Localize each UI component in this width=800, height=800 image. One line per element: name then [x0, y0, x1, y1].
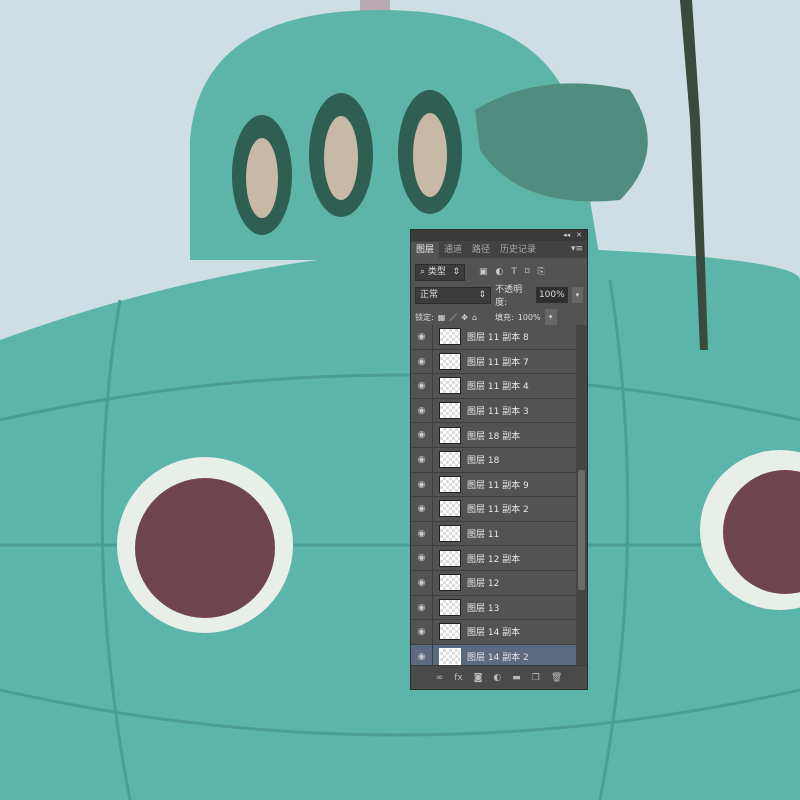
visibility-eye-icon[interactable]: ◉ [411, 398, 433, 423]
fill-dropdown[interactable]: ▾ [544, 309, 557, 325]
layer-row[interactable]: ◉ 图层 11 副本 2 [411, 497, 577, 522]
blend-mode-value: 正常 [420, 289, 439, 300]
layer-row[interactable]: ◉ 图层 13 [411, 595, 577, 621]
fill-label: 填充: [495, 312, 514, 322]
layer-thumbnail [439, 426, 461, 444]
visibility-eye-icon[interactable]: ◉ [411, 595, 433, 620]
lock-image-icon[interactable]: ／ [449, 312, 457, 323]
layer-scrollbar[interactable] [576, 325, 587, 665]
panel-titlebar[interactable]: ◂◂ ✕ [411, 230, 587, 241]
filter-kind-value: 类型 [427, 266, 446, 277]
tab-paths[interactable]: 路径 [467, 242, 495, 258]
lock-label: 锁定: [415, 312, 434, 322]
layer-thumbnail [439, 475, 461, 493]
layer-name: 图层 12 [467, 579, 500, 590]
visibility-eye-icon[interactable]: ◉ [411, 472, 433, 497]
layer-name: 图层 11 副本 9 [467, 480, 529, 491]
visibility-eye-icon[interactable]: ◉ [411, 546, 433, 570]
new-layer-icon[interactable]: ❐ [532, 673, 540, 683]
layer-thumbnail [439, 328, 461, 346]
lock-all-icon[interactable]: ⌂ [472, 313, 477, 322]
new-group-icon[interactable]: ▬ [512, 673, 521, 683]
smart-object-filter-icon[interactable]: ⎘ [538, 267, 545, 277]
link-layers-icon[interactable]: ∞ [436, 673, 444, 683]
shape-filter-icon[interactable]: ⌑ [525, 267, 530, 277]
panel-tabs: 图层 通道 路径 历史记录 ▾≡ [411, 241, 587, 258]
add-mask-icon[interactable]: ◙ [474, 673, 483, 683]
layers-panel: ◂◂ ✕ 图层 通道 路径 历史记录 ▾≡ ⌕ 类型 ⇕ ▣ ◐ T ⌑ ⎘ 正常… [410, 229, 588, 690]
layer-row[interactable]: ◉ 图层 12 [411, 570, 577, 596]
layer-list: ◉ 图层 11 副本 8 ◉ 图层 11 副本 7 ◉ 图层 11 副本 4 ◉ 图层 11 … [411, 325, 577, 665]
layer-row[interactable]: ◉ 图层 11 副本 4 [411, 374, 577, 399]
layer-thumbnail [439, 352, 461, 370]
visibility-eye-icon[interactable]: ◉ [411, 521, 433, 546]
layer-name: 图层 13 [467, 603, 500, 614]
search-icon: ⌕ [420, 266, 426, 277]
visibility-eye-icon[interactable]: ◉ [411, 349, 433, 374]
layer-thumbnail [439, 623, 461, 641]
layer-name: 图层 11 副本 2 [467, 505, 529, 516]
layer-name: 图层 11 副本 3 [467, 407, 529, 418]
visibility-eye-icon[interactable]: ◉ [411, 423, 433, 447]
layer-row[interactable]: ◉ 图层 18 副本 [411, 423, 577, 448]
layer-thumbnail [439, 377, 461, 395]
layer-name: 图层 14 副本 2 [467, 653, 529, 664]
layer-name: 图层 11 [467, 530, 500, 541]
layer-name: 图层 11 副本 8 [467, 333, 529, 344]
tab-channels[interactable]: 通道 [439, 242, 467, 258]
filter-kind-select[interactable]: ⌕ 类型 ⇕ [415, 263, 465, 281]
layer-thumbnail [439, 549, 461, 567]
visibility-eye-icon[interactable]: ◉ [411, 447, 433, 472]
layer-thumbnail [439, 525, 461, 543]
layer-row[interactable]: ◉ 图层 11 [411, 521, 577, 547]
lock-position-icon[interactable]: ✥ [461, 313, 468, 322]
fill-input[interactable]: 100% [518, 313, 541, 322]
layer-name: 图层 18 副本 [467, 431, 521, 442]
visibility-eye-icon[interactable]: ◉ [411, 644, 433, 665]
layer-row[interactable]: ◉ 图层 18 [411, 447, 577, 473]
visibility-eye-icon[interactable]: ◉ [411, 325, 433, 349]
layer-row[interactable]: ◉ 图层 11 副本 7 [411, 349, 577, 375]
layer-thumbnail [439, 402, 461, 420]
layer-row[interactable]: ◉ 图层 11 副本 8 [411, 325, 577, 350]
layer-name: 图层 18 [467, 456, 500, 467]
collapse-icon[interactable]: ◂◂ [563, 230, 570, 241]
fx-icon[interactable]: fx [454, 673, 463, 683]
visibility-eye-icon[interactable]: ◉ [411, 497, 433, 521]
submarine-illustration [0, 0, 800, 800]
visibility-eye-icon[interactable]: ◉ [411, 570, 433, 595]
close-icon[interactable]: ✕ [576, 230, 582, 241]
layer-thumbnail [439, 500, 461, 518]
layer-row[interactable]: ◉ 图层 14 副本 [411, 620, 577, 645]
opacity-label: 不透明度: [495, 285, 523, 308]
layer-name: 图层 11 副本 7 [467, 357, 529, 368]
layer-name: 图层 12 副本 [467, 554, 521, 565]
adjustment-layer-icon[interactable]: ◐ [493, 673, 501, 683]
blend-mode-select[interactable]: 正常 ⇕ [415, 286, 492, 304]
visibility-eye-icon[interactable]: ◉ [411, 374, 433, 398]
layer-row[interactable]: ◉ 图层 11 副本 9 [411, 472, 577, 498]
layer-name: 图层 11 副本 4 [467, 382, 529, 393]
layer-thumbnail [439, 574, 461, 592]
tab-history[interactable]: 历史记录 [495, 242, 541, 258]
tab-layers[interactable]: 图层 [411, 242, 440, 258]
type-filter-icon[interactable]: T [511, 267, 517, 277]
opacity-input[interactable]: 100% [535, 287, 568, 303]
layer-thumbnail [439, 451, 461, 469]
adjustment-filter-icon[interactable]: ◐ [496, 267, 504, 277]
layer-row[interactable]: ◉ 图层 11 副本 3 [411, 398, 577, 424]
panel-footer: ∞ fx ◙ ◐ ▬ ❐ 🗑 [411, 665, 587, 689]
opacity-dropdown[interactable]: ▾ [571, 287, 583, 303]
layer-row[interactable]: ◉ 图层 14 副本 2 [411, 644, 577, 665]
layer-name: 图层 14 副本 [467, 628, 521, 639]
visibility-eye-icon[interactable]: ◉ [411, 620, 433, 644]
image-filter-icon[interactable]: ▣ [479, 267, 488, 277]
layer-thumbnail [439, 648, 461, 665]
layer-row[interactable]: ◉ 图层 12 副本 [411, 546, 577, 571]
lock-transparency-icon[interactable]: ▦ [438, 313, 446, 322]
trash-icon[interactable]: 🗑 [551, 673, 562, 683]
layer-thumbnail [439, 598, 461, 616]
panel-menu-icon[interactable]: ▾≡ [571, 244, 583, 254]
